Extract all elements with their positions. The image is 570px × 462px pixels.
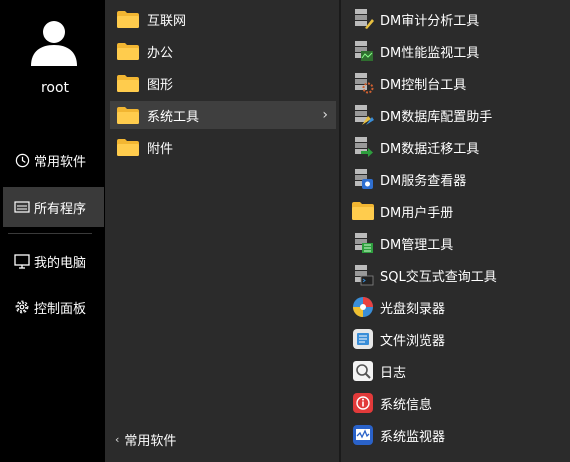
app-label: DM审计分析工具 xyxy=(380,13,480,29)
back-label: 常用软件 xyxy=(124,434,177,449)
app-item-system-monitor[interactable]: 系统监视器 xyxy=(347,421,567,449)
back-button[interactable]: ‹ 常用软件 xyxy=(115,430,176,449)
category-item-system-tools[interactable]: 系统工具 › xyxy=(110,101,336,129)
folder-icon xyxy=(117,42,139,60)
monitor-icon xyxy=(13,252,31,270)
app-label: DM数据迁移工具 xyxy=(380,141,480,157)
app-item-dm-console[interactable]: DM控制台工具 xyxy=(347,69,567,97)
system-info-icon xyxy=(352,392,374,414)
category-label: 图形 xyxy=(147,77,174,93)
dm-migrate-icon xyxy=(352,136,374,158)
category-label: 附件 xyxy=(147,141,174,157)
sidebar-divider xyxy=(8,233,92,234)
folder-icon xyxy=(117,106,139,124)
app-item-sql-query[interactable]: SQL交互式查询工具 xyxy=(347,261,567,289)
app-item-file-browser[interactable]: 文件浏览器 xyxy=(347,325,567,353)
sidebar-item-label: 控制面板 xyxy=(34,301,87,317)
category-label: 互联网 xyxy=(147,13,187,29)
folder-icon xyxy=(117,138,139,156)
app-label: DM控制台工具 xyxy=(380,77,467,93)
app-label: DM数据库配置助手 xyxy=(380,109,493,125)
dm-config-icon xyxy=(352,104,374,126)
dm-manager-icon xyxy=(352,232,374,254)
dm-monitor-icon xyxy=(352,40,374,62)
dm-sql-icon xyxy=(352,264,374,286)
app-item-system-info[interactable]: 系统信息 xyxy=(347,389,567,417)
app-label: DM服务查看器 xyxy=(380,173,467,189)
app-item-dm-audit[interactable]: DM审计分析工具 xyxy=(347,5,567,33)
app-item-dm-monitor[interactable]: DM性能监视工具 xyxy=(347,37,567,65)
category-item-accessories[interactable]: 附件 xyxy=(110,133,336,161)
app-item-dm-service[interactable]: DM服务查看器 xyxy=(347,165,567,193)
app-label: SQL交互式查询工具 xyxy=(380,269,497,285)
clock-icon xyxy=(13,151,31,169)
sidebar-item-all-programs[interactable]: 所有程序 xyxy=(3,187,104,227)
dm-audit-icon xyxy=(352,8,374,30)
gear-icon xyxy=(13,298,31,316)
app-label: 系统监视器 xyxy=(380,429,446,445)
app-item-disc-burner[interactable]: 光盘刻录器 xyxy=(347,293,567,321)
app-label: 日志 xyxy=(380,365,407,381)
folder-icon xyxy=(117,10,139,28)
app-label: DM管理工具 xyxy=(380,237,454,253)
app-item-dm-manual[interactable]: DM用户手册 xyxy=(347,197,567,225)
sidebar-item-label: 所有程序 xyxy=(34,201,87,217)
folder-icon xyxy=(117,74,139,92)
system-monitor-icon xyxy=(352,424,374,446)
app-item-dm-config[interactable]: DM数据库配置助手 xyxy=(347,101,567,129)
dm-service-icon xyxy=(352,168,374,190)
app-label: 文件浏览器 xyxy=(380,333,446,349)
app-label: 光盘刻录器 xyxy=(380,301,446,317)
app-label: DM用户手册 xyxy=(380,205,454,221)
sidebar-item-my-computer[interactable]: 我的电脑 xyxy=(3,241,104,281)
disc-burner-icon xyxy=(352,296,374,318)
folder-icon xyxy=(352,200,374,222)
sidebar-item-control-panel[interactable]: 控制面板 xyxy=(3,287,104,327)
sidebar-item-label: 常用软件 xyxy=(34,154,87,170)
category-label: 办公 xyxy=(147,45,174,61)
category-label: 系统工具 xyxy=(147,109,200,125)
chevron-right-icon: › xyxy=(322,107,328,123)
dm-console-icon xyxy=(352,72,374,94)
category-item-internet[interactable]: 互联网 xyxy=(110,5,336,33)
category-item-office[interactable]: 办公 xyxy=(110,37,336,65)
app-item-dm-migrate[interactable]: DM数据迁移工具 xyxy=(347,133,567,161)
app-label: 系统信息 xyxy=(380,397,433,413)
log-icon xyxy=(352,360,374,382)
sidebar: root 常用软件 所有程序 我的电脑 控制面板 xyxy=(0,0,104,462)
category-list: 互联网 办公 图形 系统工具 › 附件 ‹ 常用软件 xyxy=(105,0,339,462)
app-list: DM审计分析工具 DM性能监视工具 DM控制台工具 DM数据库配置助手 DM数据… xyxy=(341,0,570,462)
sidebar-item-frequent[interactable]: 常用软件 xyxy=(3,140,104,180)
chevron-left-icon: ‹ xyxy=(115,433,120,446)
app-label: DM性能监视工具 xyxy=(380,45,480,61)
app-item-dm-manager[interactable]: DM管理工具 xyxy=(347,229,567,257)
app-item-log[interactable]: 日志 xyxy=(347,357,567,385)
programs-icon xyxy=(13,198,31,216)
user-avatar-icon[interactable] xyxy=(29,18,79,68)
username: root xyxy=(40,80,70,96)
category-item-graphics[interactable]: 图形 xyxy=(110,69,336,97)
file-browser-icon xyxy=(352,328,374,350)
sidebar-item-label: 我的电脑 xyxy=(34,255,87,271)
